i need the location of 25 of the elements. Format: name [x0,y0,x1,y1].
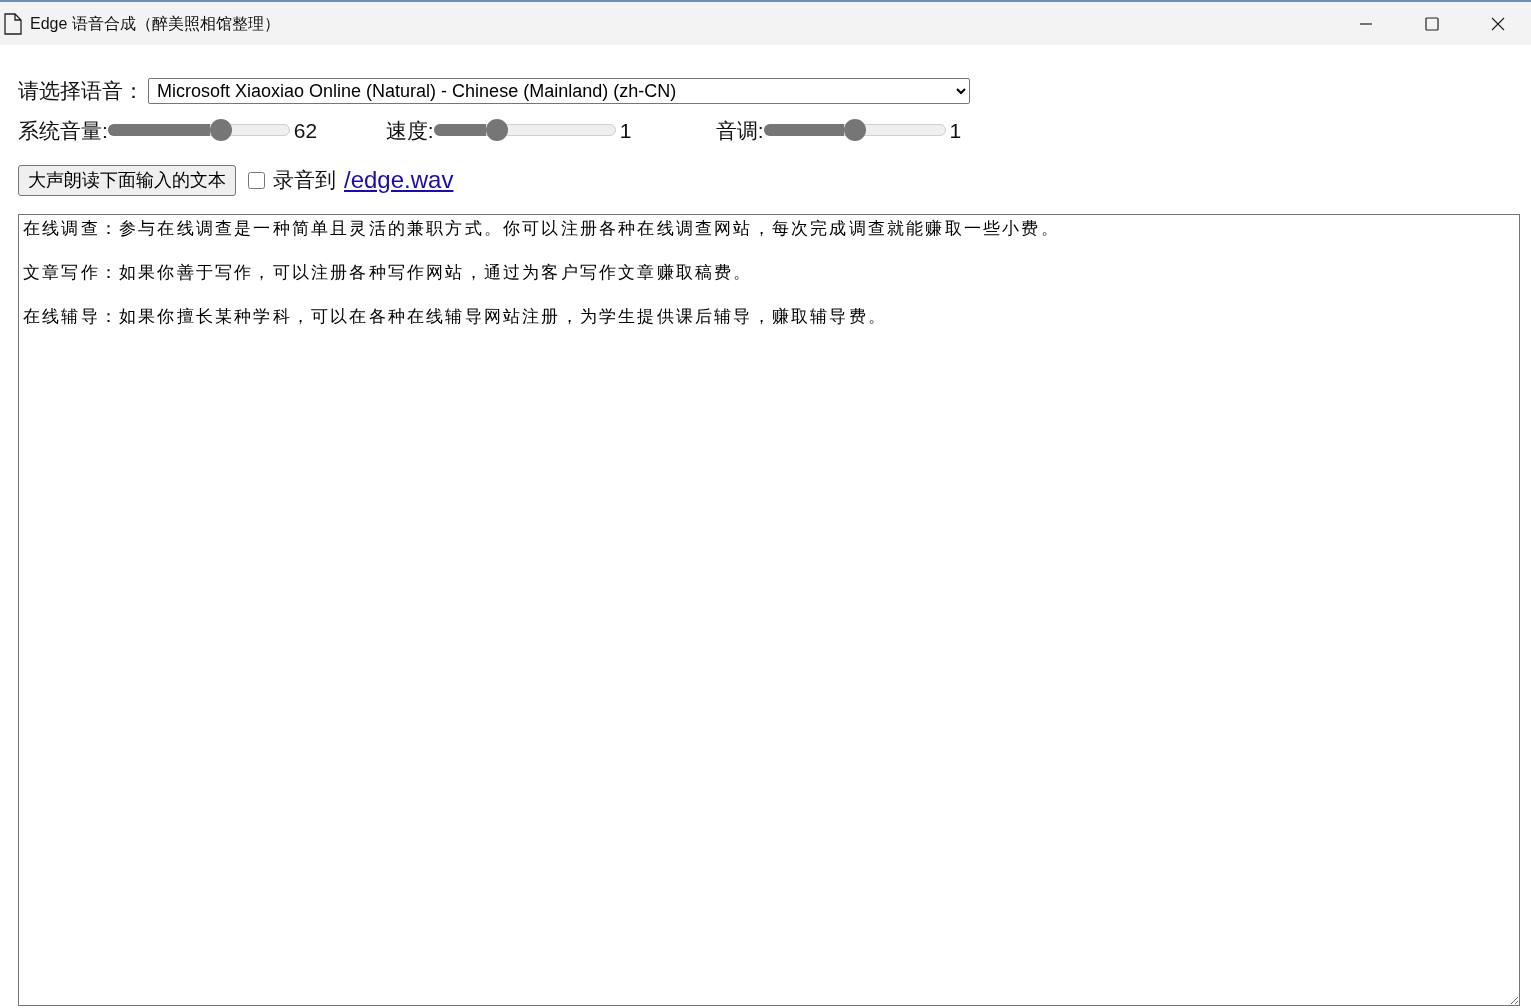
slider-track[interactable] [433,119,616,142]
slider-track[interactable] [107,119,290,142]
slider-label: 系统音量: [18,117,108,144]
slider-value: 1 [949,117,963,144]
maximize-icon [1425,16,1439,31]
minimize-icon [1359,22,1373,25]
slider-thumb[interactable] [486,119,509,142]
voice-select[interactable]: Microsoft Xiaoxiao Online (Natural) - Chinese (Mainland) (zh-CN) [148,77,970,104]
document-icon [4,12,22,35]
close-icon [1491,16,1505,31]
slider-fill [433,124,487,137]
slider-value: 62 [293,117,319,144]
record-checkbox[interactable] [248,171,265,189]
text-area[interactable]: 在线调查：参与在线调查是一种简单且灵活的兼职方式。你可以注册各种在线调查网站，每次完成调查就能赚取一些小费。 文章写作：如果你善于写作，可以注册各种写作网站，通过为客户写作文章赚取稿费。 在线辅导：如果你擅长某种学科，可以在各种在线辅导网站注册，为学生提供课后辅导，赚取辅导费。 [18,214,1520,1006]
record-label: 录音到 [273,167,336,194]
slider-label: 音调: [715,117,764,144]
read-aloud-button[interactable]: 大声朗读下面输入的文本 [18,164,236,196]
voice-label: 请选择语音： [18,78,144,104]
slider-label: 速度: [385,117,434,144]
slider-track[interactable] [763,119,946,142]
window-title: Edge 语音合成（醉美照相馆整理） [30,13,281,34]
slider-thumb[interactable] [843,119,866,142]
slider-thumb[interactable] [209,119,232,142]
file-link[interactable]: /edge.wav [344,162,454,198]
slider-value: 1 [619,117,633,144]
